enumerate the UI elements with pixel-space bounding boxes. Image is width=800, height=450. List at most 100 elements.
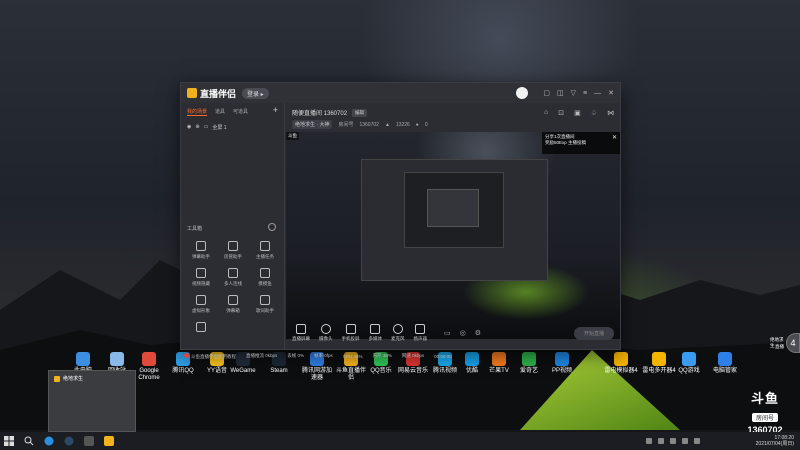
record-icon[interactable]: ▭ — [444, 329, 451, 337]
tool-label: 弹幕箱 — [226, 308, 240, 313]
screen-capture-button[interactable]: 直播屏幕 — [292, 324, 310, 342]
tab-props[interactable]: 道具 — [215, 108, 225, 116]
share-icon[interactable]: ⋈ — [607, 109, 614, 117]
side-tab-count: 4 — [786, 333, 800, 353]
tool-fish[interactable]: 摸摸鱼 — [249, 268, 281, 287]
desktop-icon-label: QQ音乐 — [370, 368, 392, 374]
tool-avatar[interactable]: 虚拟形象 — [185, 295, 217, 314]
desktop-icon[interactable]: 雷电多开器4 — [642, 352, 676, 375]
desktop-app-icon — [682, 352, 696, 366]
tool-lyrics[interactable]: 歌词助手 — [249, 295, 281, 314]
tab-my-scenes[interactable]: 我的场景 — [187, 108, 208, 116]
desktop-icon-label: Google Chrome — [138, 368, 160, 381]
clock[interactable]: 17:08:20 2021/07/04(周日) — [756, 435, 794, 447]
status-fps: 帧率 0fps — [314, 353, 333, 358]
user-avatar[interactable] — [516, 87, 529, 99]
message-icon[interactable]: ▢ — [543, 89, 550, 97]
skin-icon[interactable]: ◫ — [557, 89, 564, 97]
desktop-icon-label: 网易云音乐 — [397, 368, 428, 374]
network-icon[interactable] — [681, 438, 688, 444]
preview-room-tag: 斗鱼 — [286, 132, 299, 140]
minimize-icon[interactable]: — — [594, 90, 601, 97]
live-preview[interactable]: 斗鱼 分享1次直播间 奖励50Exp 主播投稿 ✕ — [286, 132, 620, 339]
tool-video-hide[interactable]: 视频隐藏 — [185, 268, 217, 287]
speaker-icon — [415, 324, 426, 334]
visibility-icon[interactable]: ◉ — [187, 124, 191, 131]
viewer-icon: ● — [415, 121, 419, 128]
scene-item[interactable]: ◉ ⊕ ▭ 全屏 1 — [181, 121, 284, 134]
status-cpu: CPU 46% — [342, 353, 363, 359]
tool-label: 房管助手 — [224, 254, 242, 259]
lock-icon[interactable]: ⊕ — [195, 124, 199, 131]
webcam-icon — [320, 324, 331, 334]
desktop-icon-label: WeGame — [230, 368, 256, 374]
menu-icon[interactable]: ≡ — [583, 90, 587, 97]
edit-room-button[interactable]: 编辑 — [352, 108, 368, 117]
tray-icon-1[interactable] — [645, 438, 652, 444]
gift-icon[interactable]: ⌂ — [544, 109, 548, 117]
tool-danmaku[interactable]: 弹幕助手 — [185, 241, 217, 260]
start-live-button[interactable]: 开始直播 — [573, 326, 614, 340]
taskbar: 17:08:20 2021/07/04(周日) — [0, 432, 800, 450]
monitor-icon — [296, 324, 306, 334]
tutorial-link[interactable]: 斗鱼直播伴侣使用教程 — [184, 352, 236, 360]
tray-icon-2[interactable] — [657, 438, 664, 444]
speaker-button[interactable]: 扬声器 — [414, 324, 427, 342]
app-name: 直播伴侣 — [200, 88, 237, 99]
lock-room-icon[interactable]: ⊡ — [558, 109, 564, 117]
side-live-tab[interactable]: 绝地求生 直播 4 — [770, 333, 800, 355]
camera-icon[interactable]: ▣ — [574, 109, 581, 117]
settings-icon[interactable]: ⚙ — [475, 329, 481, 337]
microphone-button[interactable]: 麦克风 — [391, 324, 405, 342]
desktop-icon[interactable]: Google Chrome — [132, 352, 166, 382]
volume-icon[interactable] — [693, 438, 700, 444]
tool-tasks[interactable]: 主播任务 — [249, 241, 281, 260]
toolbox-more-icon[interactable] — [268, 223, 276, 231]
windows-start-icon[interactable] — [4, 436, 14, 446]
camera-button[interactable]: 摄像头 — [319, 324, 333, 342]
button-label: 摄像头 — [319, 336, 333, 341]
source-toolbar: 直播屏幕 摄像头 手机投屏 多媒体 麦克风 扬声器 ▭ ◎ ⚙ 开始直播 — [286, 317, 620, 349]
room-id: 1360702 — [359, 121, 379, 128]
search-icon[interactable] — [24, 436, 34, 446]
link-icon — [228, 268, 238, 278]
desktop-icon-label: 腾讯QQ — [172, 368, 194, 374]
phone-cast-button[interactable]: 手机投屏 — [342, 324, 360, 342]
category-tag[interactable]: 绝地求生 · 大神 — [292, 120, 333, 129]
tool-extra-1[interactable] — [185, 322, 217, 335]
bell-icon[interactable]: ♤ — [591, 109, 597, 117]
desktop-icon[interactable]: 电脑管家 — [708, 352, 742, 375]
steam-icon[interactable] — [64, 436, 74, 446]
tray-icon-3[interactable] — [669, 438, 676, 444]
desktop-icon-label: 电脑管家 — [712, 368, 737, 374]
status-time: 00:00:00 — [434, 353, 452, 359]
overlay-close-icon[interactable]: ✕ — [612, 135, 617, 141]
extra-icon — [196, 322, 206, 332]
eye-icon[interactable]: ◎ — [460, 329, 466, 337]
desktop-icon[interactable]: QQ游戏 — [672, 352, 706, 375]
watermark-logo: 斗鱼 — [750, 391, 779, 406]
tool-room-admin[interactable]: 房管助手 — [217, 241, 249, 260]
share-overlay[interactable]: 分享1次直播间 奖励50Exp 主播投稿 ✕ — [542, 132, 620, 154]
status-dropped: 丢帧 0% — [287, 353, 305, 358]
taskbar-thumbnail-popup[interactable]: 绝地求生 — [48, 370, 136, 432]
status-memory: 内存 38% — [372, 353, 392, 358]
desktop-icon-label: Steam — [270, 368, 288, 374]
fish-icon — [260, 268, 270, 278]
toolbox-grid: 弹幕助手 房管助手 主播任务 视频隐藏 多人连线 摸摸鱼 虚拟形象 弹幕箱 歌词… — [185, 241, 281, 335]
button-label: 直播屏幕 — [292, 336, 310, 341]
viewer-count: 0 — [424, 121, 428, 128]
tool-danmaku-box[interactable]: 弹幕箱 — [217, 295, 249, 314]
edge-icon[interactable] — [44, 436, 54, 446]
tool-multi-link[interactable]: 多人连线 — [217, 268, 249, 287]
filter-icon[interactable]: ▽ — [571, 89, 576, 97]
login-button[interactable]: 登录 ▸ — [242, 87, 269, 99]
close-icon[interactable]: ✕ — [608, 89, 614, 97]
tab-more-props[interactable]: 可道具 — [233, 108, 248, 116]
douyu-companion-icon[interactable] — [104, 436, 114, 446]
button-label: 麦克风 — [391, 336, 405, 341]
cursor-app-icon[interactable] — [84, 436, 94, 446]
add-scene-icon[interactable]: + — [273, 106, 278, 116]
tool-label: 主播任务 — [256, 254, 274, 259]
media-button[interactable]: 多媒体 — [369, 324, 382, 342]
